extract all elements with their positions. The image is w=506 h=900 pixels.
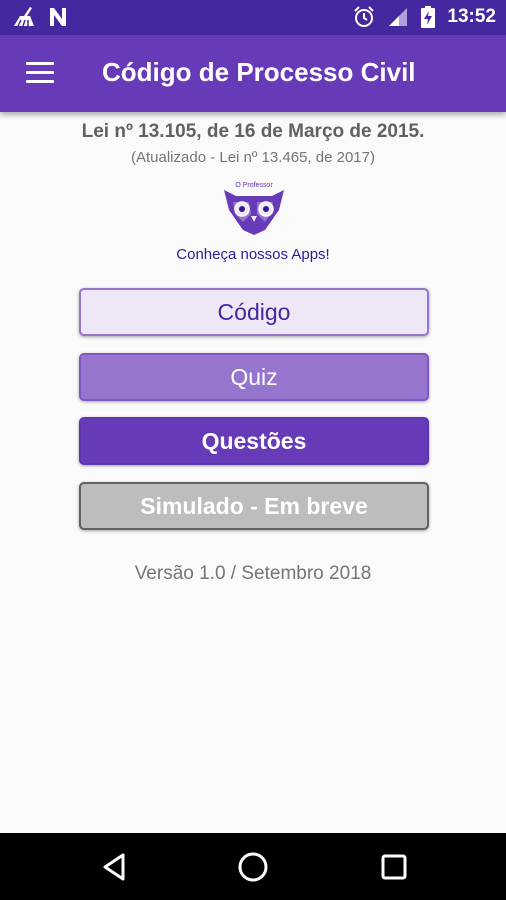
status-left-icons	[12, 6, 68, 28]
questoes-button[interactable]: Questões	[79, 417, 429, 465]
main-content: Lei nº 13.105, de 16 de Março de 2015. (…	[0, 112, 506, 833]
cleaner-icon	[14, 7, 34, 27]
quiz-button[interactable]: Quiz	[79, 353, 429, 401]
codigo-button[interactable]: Código	[79, 288, 429, 336]
app-bar: Código de Processo Civil	[0, 35, 506, 112]
hamburger-menu-icon[interactable]	[26, 62, 54, 84]
home-icon[interactable]	[235, 849, 271, 885]
battery-charging-icon	[421, 6, 436, 28]
status-time: 13:52	[447, 6, 496, 27]
recents-icon[interactable]	[376, 849, 412, 885]
alarm-icon	[354, 6, 375, 27]
app-title: Código de Processo Civil	[102, 57, 416, 87]
signal-icon	[389, 8, 408, 26]
logo-text: O Professor	[235, 182, 273, 189]
back-icon[interactable]	[96, 849, 132, 885]
status-bar: 13:52	[0, 0, 506, 35]
navigation-bar	[0, 833, 506, 900]
apps-promo-link[interactable]: Conheça nossos Apps!	[0, 246, 506, 263]
professor-owl-logo[interactable]: O Professor	[221, 180, 287, 236]
law-subtitle: (Atualizado - Lei nº 13.465, de 2017)	[131, 149, 375, 166]
status-right-icons: 13:52	[353, 6, 496, 28]
version-text: Versão 1.0 / Setembro 2018	[134, 563, 372, 584]
simulado-button[interactable]: Simulado - Em breve	[79, 482, 429, 530]
n-notification-icon	[50, 8, 66, 26]
law-title: Lei nº 13.105, de 16 de Março de 2015.	[81, 121, 425, 142]
